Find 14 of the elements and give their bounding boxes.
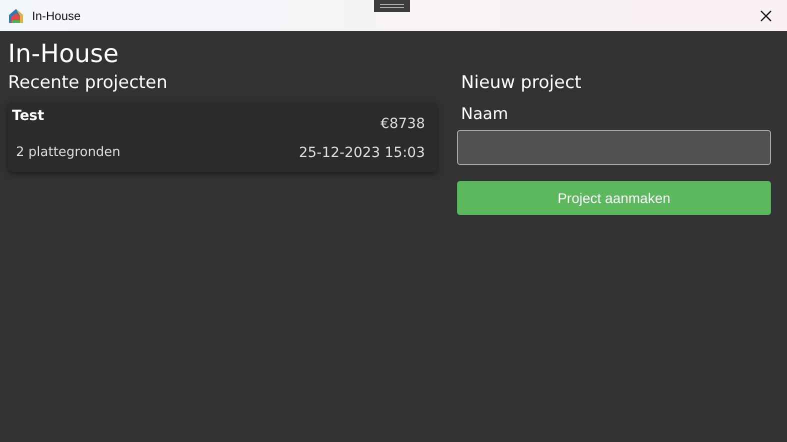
project-date: 25-12-2023 15:03 bbox=[298, 144, 425, 163]
section-heading: Nieuw project bbox=[461, 73, 582, 94]
project-card[interactable]: Test €8738 2 plattegronden 25-12-2023 15:03 bbox=[8, 102, 437, 172]
floorplan-count: 2 plattegronden bbox=[16, 144, 120, 162]
field-label: Naam bbox=[461, 103, 510, 125]
window-title: In-House bbox=[32, 8, 81, 24]
section-heading: Recente projecten bbox=[8, 73, 168, 94]
project-price: €8738 bbox=[380, 115, 425, 134]
name-input-field[interactable] bbox=[457, 130, 771, 165]
project-name: Test bbox=[12, 107, 44, 126]
app-title: In-House bbox=[8, 39, 120, 69]
drag-handle-icon[interactable] bbox=[374, 0, 410, 12]
close-icon bbox=[760, 10, 772, 22]
app-logo-icon bbox=[8, 8, 24, 24]
